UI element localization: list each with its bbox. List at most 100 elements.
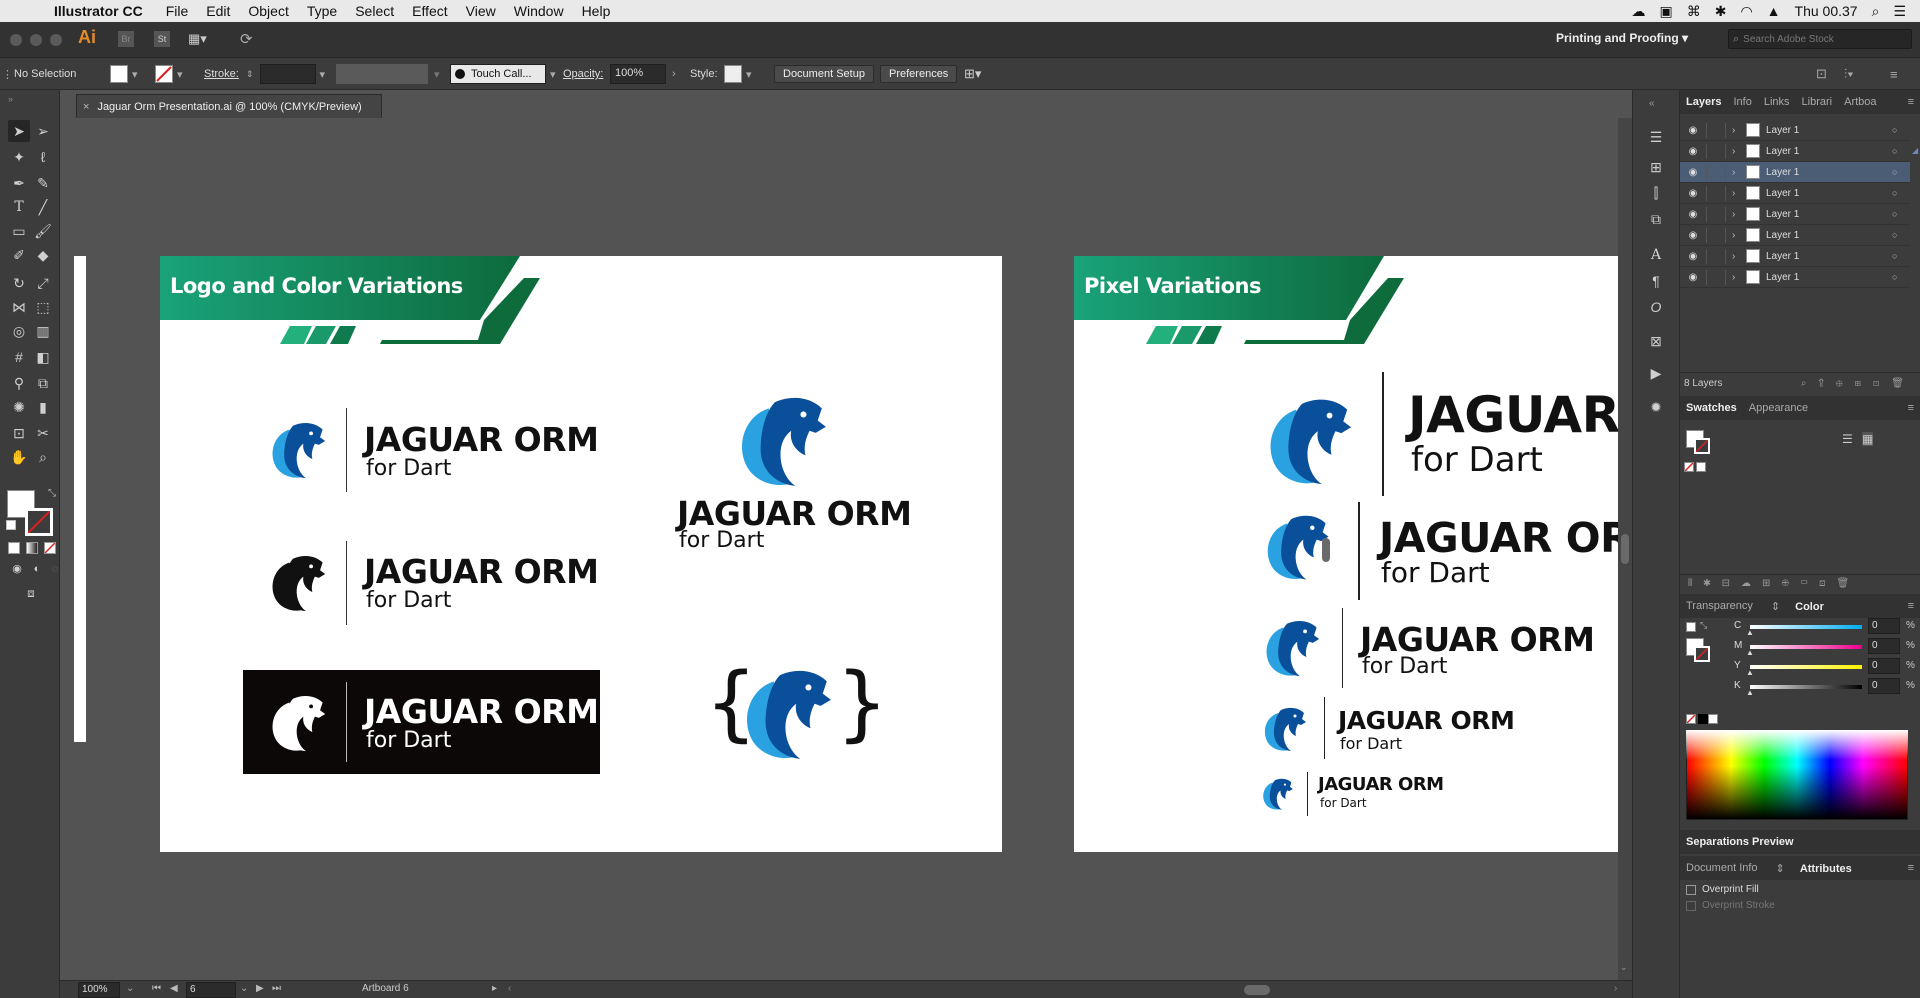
zoom-dropdown-icon[interactable]: ⌄: [126, 983, 134, 994]
scale-tool-icon[interactable]: ⤢: [32, 272, 54, 294]
perspective-grid-tool-icon[interactable]: ▥: [32, 320, 54, 342]
brush-definition-field[interactable]: Touch Call...: [450, 64, 546, 84]
swatches-footer-icons[interactable]: ⫴✱⊟☁⊞⊕▭⊡🗑: [1680, 574, 1920, 592]
status-icon-a[interactable]: ▣: [1659, 3, 1672, 20]
lock-toggle[interactable]: [1706, 248, 1726, 264]
layer-row[interactable]: ◉ › Layer 1 ○: [1680, 225, 1910, 246]
visibility-eye-icon[interactable]: ◉: [1680, 272, 1706, 283]
expand-arrow-icon[interactable]: ›: [1732, 188, 1742, 199]
tab-appearance[interactable]: Appearance: [1743, 402, 1814, 414]
tab-document-info[interactable]: Document Info: [1680, 862, 1764, 874]
profile-dropdown-icon[interactable]: ▾: [434, 68, 440, 81]
line-segment-tool-icon[interactable]: ╱: [32, 196, 54, 218]
none-mode-icon[interactable]: [44, 542, 56, 554]
window-zoom-button[interactable]: [50, 34, 62, 46]
paragraph-panel-icon[interactable]: ¶: [1645, 270, 1667, 292]
prev-artboard-icon[interactable]: ◀: [170, 983, 178, 994]
artboard-number-field[interactable]: 6: [186, 982, 236, 998]
swap-fill-stroke-icon[interactable]: ⤡: [48, 488, 56, 499]
status-icon-b[interactable]: ⌘: [1687, 3, 1701, 20]
expand-arrow-icon[interactable]: ›: [1732, 146, 1742, 157]
stroke-label[interactable]: Stroke:: [204, 58, 239, 90]
status-text[interactable]: Artboard 6: [362, 983, 409, 994]
menu-file[interactable]: File: [157, 3, 198, 19]
shape-builder-tool-icon[interactable]: ◎: [8, 320, 30, 342]
slider-thumb-icon[interactable]: ▲: [1746, 668, 1754, 677]
color-none-swatch[interactable]: [1686, 714, 1696, 724]
selection-tool-icon[interactable]: ➤: [8, 120, 30, 142]
slider-thumb-icon[interactable]: ▲: [1746, 648, 1754, 657]
zoom-field[interactable]: 100%: [78, 982, 120, 998]
menu-window[interactable]: Window: [505, 3, 573, 19]
tab-libraries[interactable]: Librari: [1796, 96, 1839, 108]
gpu-performance-icon[interactable]: ⟳: [240, 30, 253, 48]
channel-value-field[interactable]: 0: [1868, 638, 1900, 654]
artboard-tool-icon[interactable]: ⊡: [8, 422, 30, 444]
target-circle-icon[interactable]: ○: [1892, 188, 1910, 198]
menu-object[interactable]: Object: [239, 3, 297, 19]
fill-swatch[interactable]: [110, 65, 128, 83]
graphic-style-swatch[interactable]: [724, 65, 742, 83]
layer-row[interactable]: ◉ › Layer 1 ○: [1680, 246, 1910, 267]
layer-name[interactable]: Layer 1: [1766, 251, 1892, 262]
tab-color[interactable]: ⇕ Color: [1759, 600, 1836, 613]
align-icon[interactable]: ⫶▾: [1844, 58, 1854, 90]
menu-edit[interactable]: Edit: [197, 3, 239, 19]
stroke-swatch[interactable]: [155, 65, 173, 83]
symbol-sprayer-tool-icon[interactable]: ✺: [8, 396, 30, 418]
gradient-tool-icon[interactable]: ◧: [32, 346, 54, 368]
type-tool-icon[interactable]: T: [8, 196, 30, 218]
airplay-icon[interactable]: ▲: [1767, 3, 1781, 19]
expand-arrow-icon[interactable]: ›: [1732, 167, 1742, 178]
checkbox-box[interactable]: [1686, 884, 1696, 895]
spotlight-icon[interactable]: ⌕: [1872, 3, 1880, 20]
artboard-dropdown-icon[interactable]: ⌄: [240, 983, 248, 994]
lock-toggle[interactable]: [1706, 122, 1726, 138]
overprint-stroke-checkbox[interactable]: Overprint Stroke: [1686, 900, 1775, 911]
opentype-panel-icon[interactable]: O: [1645, 296, 1667, 318]
tab-transparency[interactable]: Transparency: [1680, 600, 1759, 612]
target-circle-icon[interactable]: ○: [1892, 167, 1910, 177]
zoom-tool-icon[interactable]: ⌕: [32, 446, 54, 468]
shaper-tool-icon[interactable]: ✐: [8, 244, 30, 266]
color-menu-icon[interactable]: ≡: [1902, 600, 1920, 612]
status-menu-icon[interactable]: ▸: [492, 983, 497, 994]
stroke-dropdown-icon[interactable]: ▾: [177, 68, 183, 81]
scroll-down-icon[interactable]: ⌄: [1620, 962, 1628, 973]
checkbox-box[interactable]: [1686, 900, 1696, 911]
stock-icon[interactable]: St: [154, 31, 170, 47]
wifi-icon[interactable]: ◠: [1740, 3, 1752, 20]
screen-mode-icon[interactable]: ⧈: [20, 582, 42, 604]
lock-toggle[interactable]: [1706, 185, 1726, 201]
lock-toggle[interactable]: [1706, 227, 1726, 243]
variable-width-profile[interactable]: [336, 64, 428, 84]
layer-name[interactable]: Layer 1: [1766, 146, 1892, 157]
layer-name[interactable]: Layer 1: [1766, 272, 1892, 283]
layer-row[interactable]: ◉ › Layer 1 ○: [1680, 204, 1910, 225]
artboard-logo-variations[interactable]: Logo and Color Variations JAGUAR ORM for…: [160, 256, 1002, 852]
opacity-field[interactable]: 100%: [610, 64, 666, 84]
stroke-weight-dropdown-icon[interactable]: ▾: [320, 68, 326, 81]
tab-attributes[interactable]: ⇕ Attributes: [1764, 862, 1864, 875]
tab-swatches[interactable]: Swatches: [1680, 402, 1743, 414]
canvas-drag-handle[interactable]: [1322, 538, 1330, 562]
close-tab-icon[interactable]: ×: [83, 101, 89, 113]
stroke-stepper-icon[interactable]: ⇕: [246, 69, 254, 80]
layers-footer-icons[interactable]: ⌕⇪⊕⊞⊡🗑: [1801, 378, 1920, 389]
mesh-tool-icon[interactable]: #: [8, 346, 30, 368]
eraser-tool-icon[interactable]: ◆: [32, 244, 54, 266]
stock-search-input[interactable]: ⌕ Search Adobe Stock: [1728, 29, 1912, 49]
hand-tool-icon[interactable]: ✋: [8, 446, 30, 468]
creative-cloud-icon[interactable]: ☁: [1631, 3, 1645, 20]
control-menu-icon[interactable]: ≡: [1890, 58, 1898, 90]
channel-slider[interactable]: [1750, 665, 1862, 669]
layer-name[interactable]: Layer 1: [1766, 188, 1892, 199]
collapse-tools-icon[interactable]: »: [8, 94, 13, 104]
lock-toggle[interactable]: [1706, 164, 1726, 180]
layer-row[interactable]: ◉ › Layer 1 ○: [1680, 183, 1910, 204]
tab-separations-preview[interactable]: Separations Preview: [1680, 836, 1800, 848]
logo-inverted[interactable]: JAGUAR ORM for Dart: [243, 670, 600, 774]
expand-arrow-icon[interactable]: ›: [1732, 272, 1742, 283]
overprint-fill-checkbox[interactable]: Overprint Fill: [1686, 884, 1759, 895]
tab-artboards[interactable]: Artboa: [1838, 96, 1882, 108]
